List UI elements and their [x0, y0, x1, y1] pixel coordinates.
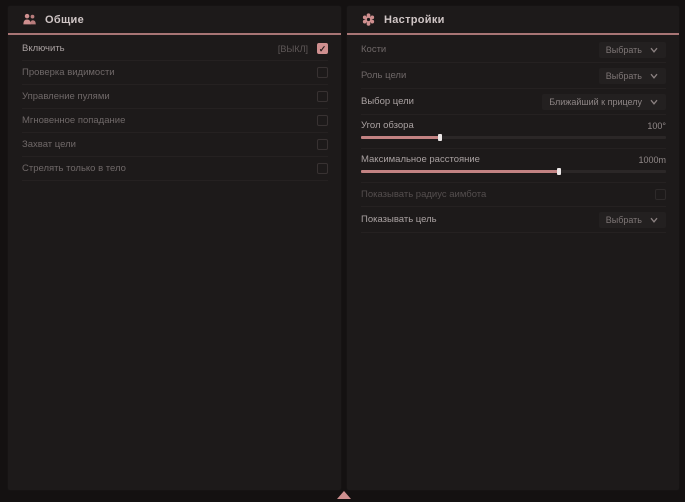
- row-instant-hit: Мгновенное попадание: [22, 109, 328, 133]
- row-bones-select-value: Выбрать: [606, 45, 642, 55]
- row-bones-select[interactable]: Выбрать: [599, 42, 666, 58]
- panel-general-title: Общие: [45, 14, 84, 26]
- row-visibility-check-label: Проверка видимости: [22, 67, 115, 78]
- fov-slider[interactable]: [361, 136, 666, 139]
- row-instant-hit-label: Мгновенное попадание: [22, 115, 125, 126]
- row-visibility-check-checkbox[interactable]: [317, 67, 328, 78]
- row-fov-value: 100°: [647, 121, 666, 131]
- row-fov-label: Угол обзора: [361, 120, 414, 131]
- row-max-distance-value: 1000m: [638, 155, 666, 165]
- chevron-down-icon: [649, 45, 659, 55]
- aimbot-settings-window: Общие Включить [ВЫКЛ] ✓ Проверка видимос…: [0, 0, 685, 502]
- row-target-role-label: Роль цели: [361, 70, 406, 81]
- row-target-selection-label: Выбор цели: [361, 96, 414, 107]
- row-enable-checkbox[interactable]: ✓: [317, 43, 328, 54]
- fov-slider-handle[interactable]: [438, 134, 442, 141]
- panel-general: Общие Включить [ВЫКЛ] ✓ Проверка видимос…: [8, 6, 341, 490]
- row-body-only-checkbox[interactable]: [317, 163, 328, 174]
- panel-settings-header: Настройки: [347, 6, 679, 35]
- row-show-aimbot-radius: Показывать радиус аимбота: [361, 183, 666, 207]
- row-target-selection-select[interactable]: Ближайший к прицелу: [542, 94, 666, 110]
- row-target-lock: Захват цели: [22, 133, 328, 157]
- row-target-role-select-value: Выбрать: [606, 71, 642, 81]
- row-body-only: Стрелять только в тело: [22, 157, 328, 181]
- row-max-distance: Максимальное расстояние 1000m: [361, 149, 666, 183]
- row-enable: Включить [ВЫКЛ] ✓: [22, 37, 328, 61]
- row-target-role: Роль цели Выбрать: [361, 63, 666, 89]
- row-show-target-label: Показывать цель: [361, 214, 437, 225]
- row-target-lock-checkbox[interactable]: [317, 139, 328, 150]
- max-distance-slider-fill: [361, 170, 559, 173]
- chevron-down-icon: [649, 97, 659, 107]
- max-distance-slider[interactable]: [361, 170, 666, 173]
- row-visibility-check: Проверка видимости: [22, 61, 328, 85]
- max-distance-slider-handle[interactable]: [557, 168, 561, 175]
- row-show-aimbot-radius-checkbox[interactable]: [655, 189, 666, 200]
- row-target-selection: Выбор цели Ближайший к прицелу: [361, 89, 666, 115]
- row-show-target-select-value: Выбрать: [606, 215, 642, 225]
- row-enable-label: Включить: [22, 43, 65, 54]
- row-bullet-control-checkbox[interactable]: [317, 91, 328, 102]
- row-show-aimbot-radius-label: Показывать радиус аимбота: [361, 189, 486, 200]
- row-bullet-control-label: Управление пулями: [22, 91, 110, 102]
- row-max-distance-label: Максимальное расстояние: [361, 154, 480, 165]
- panel-settings-title: Настройки: [384, 14, 445, 26]
- row-target-selection-select-value: Ближайший к прицелу: [549, 97, 642, 107]
- row-enable-hotkey: [ВЫКЛ]: [278, 44, 308, 54]
- panel-general-header: Общие: [8, 6, 341, 35]
- fov-slider-fill: [361, 136, 440, 139]
- row-instant-hit-checkbox[interactable]: [317, 115, 328, 126]
- row-bullet-control: Управление пулями: [22, 85, 328, 109]
- scroll-up-indicator[interactable]: [337, 491, 351, 499]
- users-icon: [22, 12, 37, 27]
- chevron-down-icon: [649, 215, 659, 225]
- row-bones: Кости Выбрать: [361, 37, 666, 63]
- gear-icon: [361, 12, 376, 27]
- row-target-lock-label: Захват цели: [22, 139, 76, 150]
- settings-rows: Кости Выбрать Роль цели Выбрать: [347, 35, 679, 233]
- row-show-target: Показывать цель Выбрать: [361, 207, 666, 233]
- row-fov: Угол обзора 100°: [361, 115, 666, 149]
- row-target-role-select[interactable]: Выбрать: [599, 68, 666, 84]
- panel-settings: Настройки Кости Выбрать Роль цели Выбрат…: [347, 6, 679, 490]
- row-show-target-select[interactable]: Выбрать: [599, 212, 666, 228]
- chevron-down-icon: [649, 71, 659, 81]
- row-body-only-label: Стрелять только в тело: [22, 163, 126, 174]
- general-rows: Включить [ВЫКЛ] ✓ Проверка видимости Упр…: [8, 35, 341, 181]
- row-bones-label: Кости: [361, 44, 386, 55]
